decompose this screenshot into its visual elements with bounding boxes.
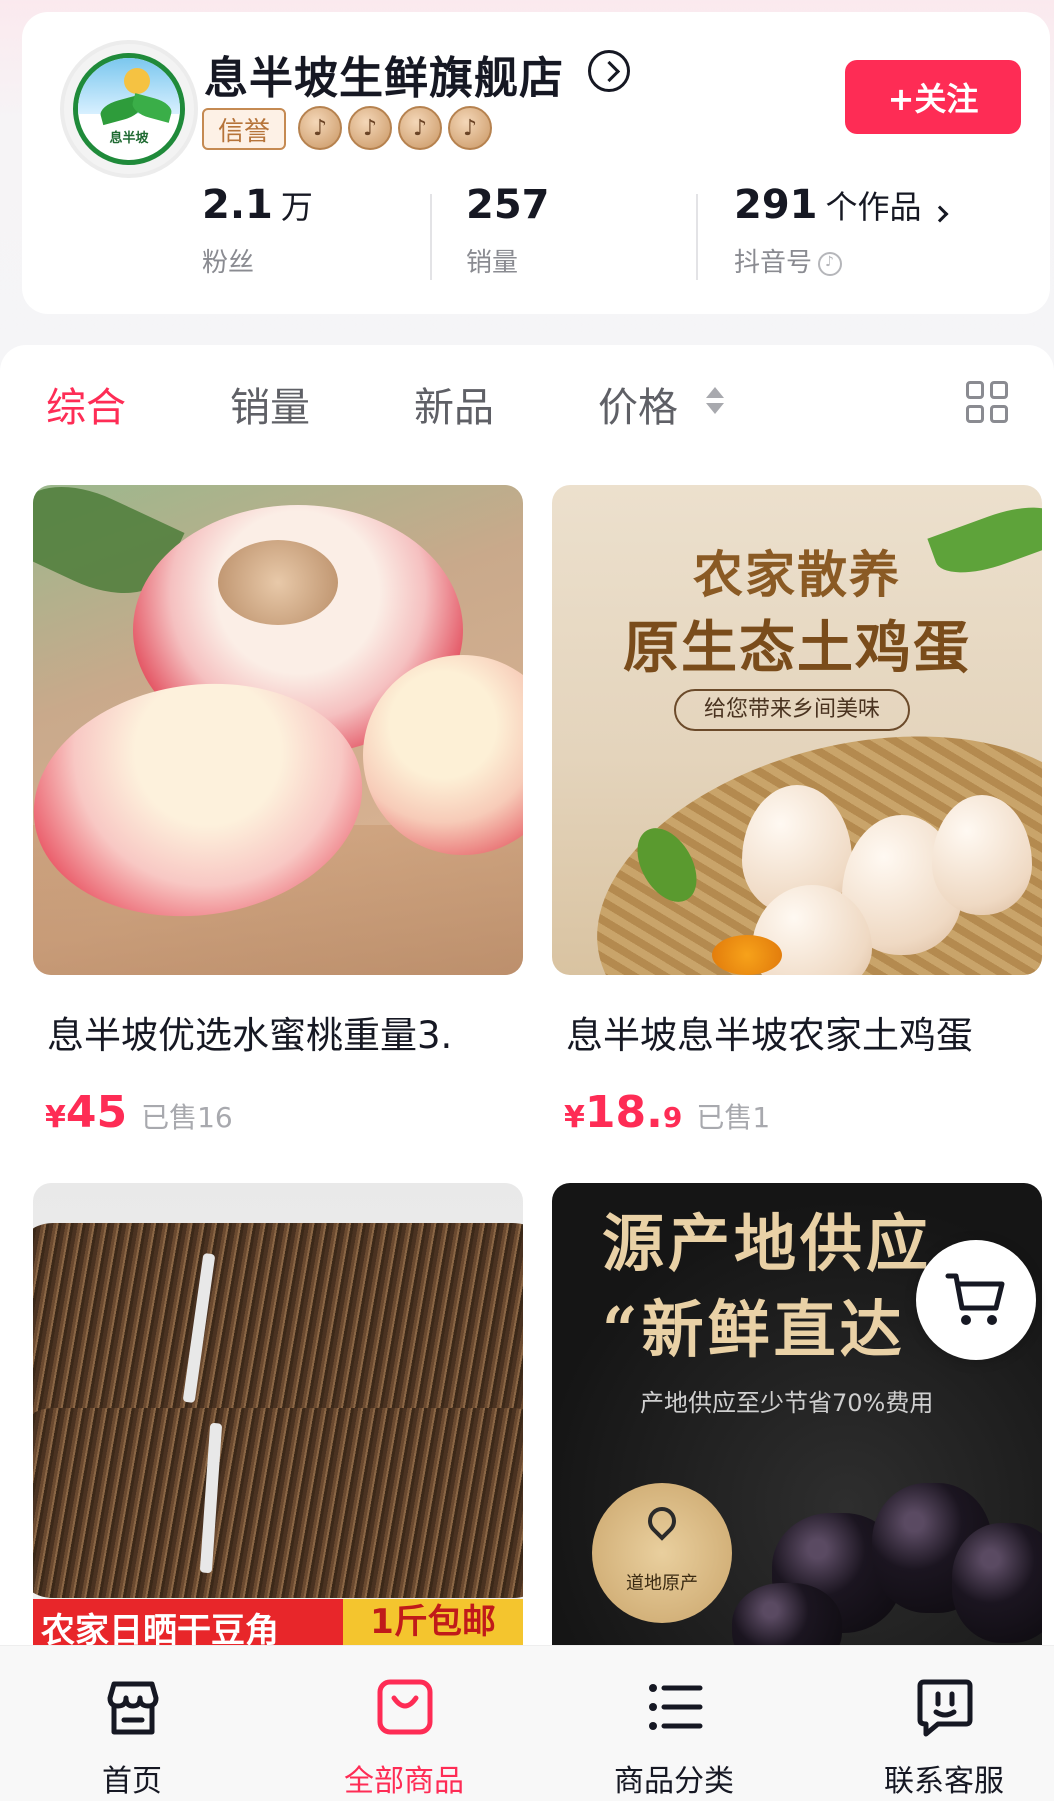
product-title[interactable]: 息半坡息半坡农家土鸡蛋 (552, 1005, 1042, 1059)
price-value: 18. (584, 1087, 663, 1138)
store-icon (107, 1681, 159, 1735)
douyin-level-icon: ♪ (448, 106, 492, 150)
works-count: 291 (734, 182, 818, 228)
product-price-row: ¥ 45 已售16 (33, 1087, 523, 1138)
follow-button[interactable]: +关注 (845, 60, 1021, 134)
nav-label: 首页 (102, 1764, 162, 1799)
price-currency: ¥ (564, 1100, 585, 1135)
origin-badge: 道地原产 (592, 1483, 732, 1623)
product-card[interactable]: 息半坡优选水蜜桃重量3. ¥ 45 已售16 (33, 485, 523, 1138)
image-banner-text: 农家日晒干豆角 (41, 1611, 279, 1645)
chevron-right-icon (931, 205, 949, 222)
fans-unit: 万 (280, 188, 313, 226)
douyin-icon (818, 251, 843, 276)
sort-tab-price[interactable]: 价格 (598, 375, 678, 433)
product-card[interactable]: 农家散养 原生态土鸡蛋 给您带来乡间美味 息半坡息半坡农家土鸡蛋 ¥ 18. 9… (552, 485, 1042, 1138)
bottom-nav: 首页 全部商品 商品分类 联系客服 (0, 1645, 1054, 1801)
price-decimal: 9 (662, 1101, 683, 1134)
nav-home[interactable]: 首页 (32, 1646, 232, 1801)
product-image-eggs[interactable]: 农家散养 原生态土鸡蛋 给您带来乡间美味 (552, 485, 1042, 975)
shop-logo-image: 息半坡 (73, 53, 185, 165)
douyin-level-icon: ♪ (298, 106, 342, 150)
nav-customer-service[interactable]: 联系客服 (844, 1646, 1044, 1801)
image-headline: 农家散养 (693, 545, 901, 604)
origin-badge-text: 道地原产 (626, 1573, 698, 1594)
sold-count: 已售16 (141, 1101, 233, 1134)
nav-all-products[interactable]: 全部商品 (304, 1646, 504, 1801)
douyin-id-label: 抖音号 (734, 242, 946, 279)
sales-label: 销量 (466, 248, 519, 278)
sold-count: 已售1 (696, 1101, 771, 1134)
shop-name[interactable]: 息半坡生鲜旗舰店 (204, 42, 564, 106)
image-subtitle: 产地供应至少节省70%费用 (640, 1389, 934, 1417)
nav-label: 全部商品 (344, 1764, 464, 1799)
product-list-panel: 综合 销量 新品 价格 息半坡优选水蜜桃重量3. ¥ 45 已售16 农家散养 … (0, 345, 1054, 1645)
sort-toggle-icon[interactable] (706, 387, 724, 419)
cart-button[interactable] (916, 1240, 1036, 1360)
product-card[interactable]: 农家日晒干豆角 1斤包邮 (33, 1183, 523, 1645)
shop-logo[interactable]: 息半坡 (60, 40, 198, 178)
grid-view-icon[interactable] (966, 381, 1010, 425)
image-banner-tag: 1斤包邮 (343, 1599, 523, 1645)
sort-tab-new[interactable]: 新品 (414, 375, 494, 433)
shop-detail-arrow-icon[interactable] (588, 50, 630, 92)
location-pin-icon (642, 1501, 682, 1541)
product-image-peach[interactable] (33, 485, 523, 975)
stat-fans[interactable]: 2.1 万 粉丝 (202, 182, 313, 279)
image-headline: 原生态土鸡蛋 (623, 615, 971, 681)
shopping-bag-icon (377, 1679, 433, 1735)
sales-count: 257 (466, 182, 550, 228)
shop-header-card: 息半坡 息半坡生鲜旗舰店 信誉 ♪ ♪ ♪ ♪ +关注 2.1 万 粉丝 257 … (22, 12, 1050, 314)
fans-label: 粉丝 (202, 248, 255, 278)
douyin-level-icon: ♪ (348, 106, 392, 150)
works-unit: 个作品 (825, 188, 922, 226)
credit-badge[interactable]: 信誉 (202, 108, 286, 150)
shop-logo-text: 息半坡 (109, 131, 149, 146)
nav-categories[interactable]: 商品分类 (574, 1646, 774, 1801)
image-banner: 农家日晒干豆角 1斤包邮 (33, 1599, 523, 1645)
image-tag: 给您带来乡间美味 (674, 689, 910, 731)
product-image-dried-beans[interactable]: 农家日晒干豆角 1斤包邮 (33, 1183, 523, 1645)
image-headline: “新鲜直达 (602, 1293, 906, 1366)
stat-sales[interactable]: 257 销量 (466, 182, 550, 279)
product-title[interactable]: 息半坡优选水蜜桃重量3. (33, 1005, 523, 1059)
price-currency: ¥ (45, 1100, 66, 1135)
price-value: 45 (65, 1087, 128, 1138)
stat-divider (430, 194, 432, 280)
cart-icon (945, 1273, 1005, 1325)
nav-label: 联系客服 (884, 1764, 1004, 1799)
product-price-row: ¥ 18. 9 已售1 (552, 1087, 1042, 1138)
chat-icon (917, 1679, 973, 1737)
stat-works[interactable]: 291 个作品 抖音号 (734, 182, 949, 279)
fans-count: 2.1 (202, 182, 273, 228)
nav-label: 商品分类 (614, 1764, 734, 1799)
sort-tab-comprehensive[interactable]: 综合 (46, 375, 126, 433)
sort-tab-sales[interactable]: 销量 (230, 375, 310, 433)
stat-divider (696, 194, 698, 280)
douyin-level-icon: ♪ (398, 106, 442, 150)
image-headline: 源产地供应 (602, 1207, 933, 1280)
list-icon (649, 1684, 703, 1730)
